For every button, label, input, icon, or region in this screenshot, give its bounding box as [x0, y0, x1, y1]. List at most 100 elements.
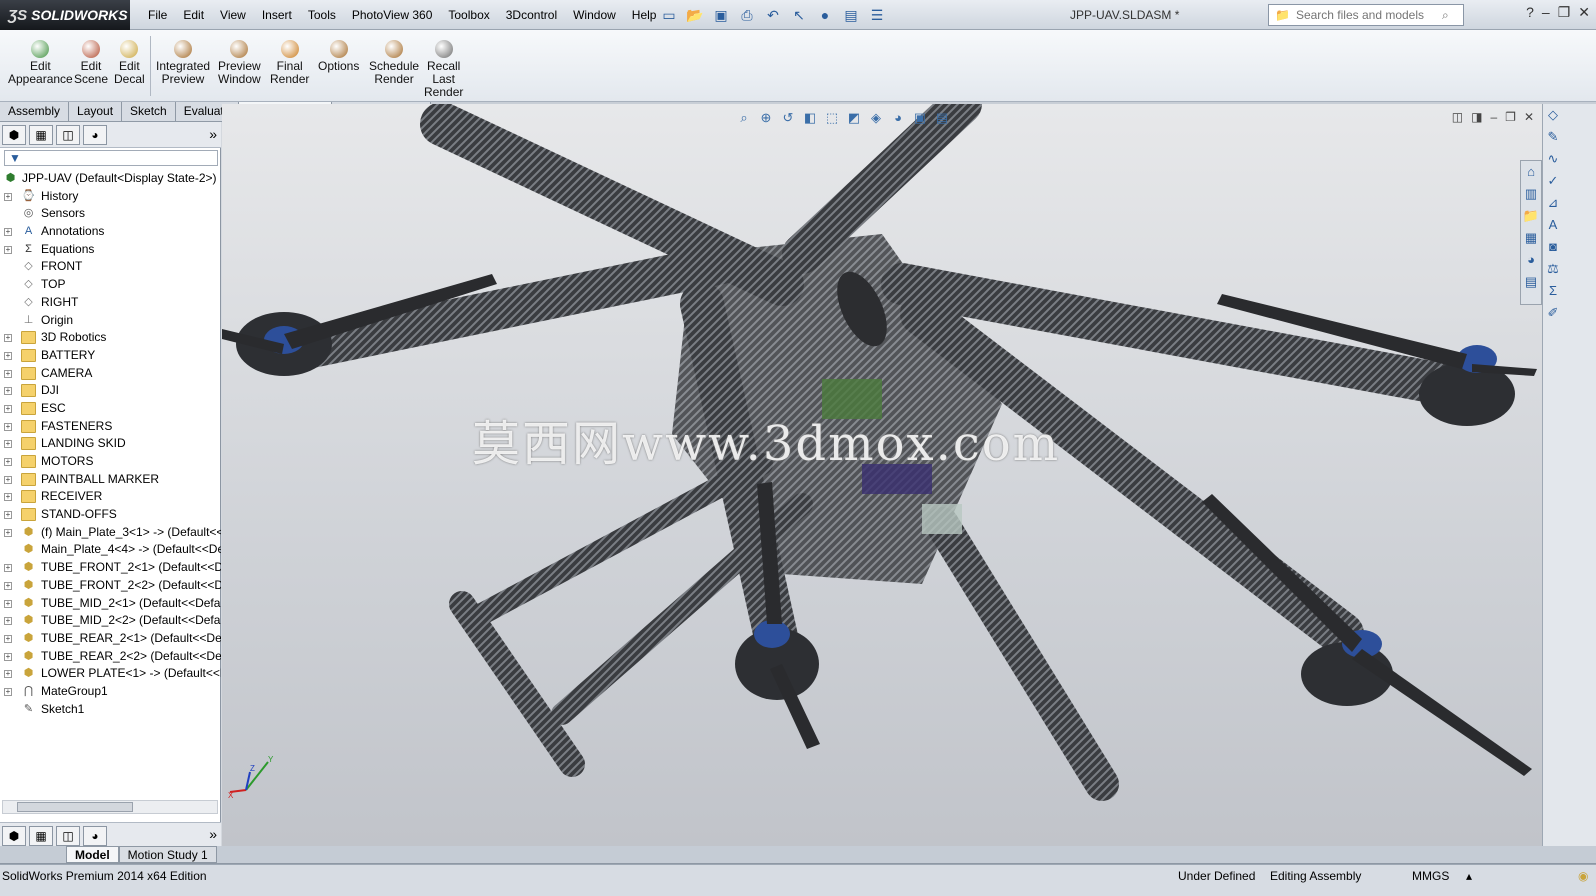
expand-icon[interactable]: + — [4, 422, 12, 431]
options-icon[interactable]: ☰ — [866, 4, 888, 26]
expand-icon[interactable]: + — [4, 458, 12, 466]
expand-icon[interactable]: + — [4, 670, 12, 679]
expand-icon[interactable]: + — [4, 581, 12, 590]
expand-icon[interactable]: + — [4, 351, 12, 360]
tree-item[interactable]: + LANDING SKID — [0, 435, 221, 453]
minimize-icon[interactable]: – — [1542, 4, 1550, 21]
status-units[interactable]: MMGS — [1412, 869, 1449, 883]
tree-item[interactable]: + ⋂ MateGroup1 — [0, 683, 221, 701]
tree-item[interactable]: + ⬢ TUBE_FRONT_2<2> (Default<<Def — [0, 577, 221, 595]
tab-assembly[interactable]: Assembly — [0, 102, 70, 121]
tree-item[interactable]: + ⬢ TUBE_MID_2<2> (Default<<Defau — [0, 612, 221, 630]
help-icon[interactable]: ? — [1526, 4, 1534, 21]
undo-icon[interactable]: ↶ — [762, 4, 784, 26]
menu-3dcontrol[interactable]: 3Dcontrol — [498, 0, 565, 30]
tree-item[interactable]: + DJI — [0, 382, 221, 400]
tree-item[interactable]: + Σ Equations — [0, 241, 221, 259]
tab-navigation-arrows[interactable] — [0, 846, 66, 863]
expand-icon[interactable]: + — [4, 334, 12, 343]
edit-scene-button[interactable]: Edit Scene — [74, 40, 108, 86]
search-box[interactable]: 📁 ⌕ — [1268, 4, 1464, 26]
tab-model[interactable]: Model — [66, 846, 119, 863]
tree-item[interactable]: + PAINTBALL MARKER — [0, 471, 221, 489]
check-icon[interactable]: ✓ — [1543, 170, 1563, 192]
menu-tools[interactable]: Tools — [300, 0, 344, 30]
appearances-icon[interactable]: ◕ — [1521, 249, 1541, 271]
tree-item[interactable]: ◇ FRONT — [0, 258, 221, 276]
configuration-manager-tab-icon[interactable]: ◫ — [56, 125, 80, 145]
menu-photoview-360[interactable]: PhotoView 360 — [344, 0, 441, 30]
feature-manager-tab-icon[interactable]: ⬢ — [2, 125, 26, 145]
options-button[interactable]: Options — [318, 40, 359, 73]
expand-icon[interactable]: + — [4, 493, 12, 502]
close-icon[interactable]: ✕ — [1578, 4, 1590, 21]
tree-item[interactable]: + ⬢ TUBE_REAR_2<2> (Default<<Defa — [0, 648, 221, 666]
measure-icon[interactable]: ✐ — [1543, 302, 1563, 324]
rebuild-indicator-icon[interactable]: ◉ — [1578, 869, 1588, 883]
display-manager-tab-icon[interactable]: ◕ — [83, 826, 107, 846]
expand-icon[interactable]: + — [4, 440, 12, 449]
preview-window-button[interactable]: Preview Window — [218, 40, 261, 86]
menu-file[interactable]: File — [140, 0, 175, 30]
solidworks-logo[interactable]: ƷS SOLIDWORKS — [0, 0, 130, 30]
tree-item[interactable]: + BATTERY — [0, 347, 221, 365]
final-render-button[interactable]: Final Render — [270, 40, 309, 86]
tree-item[interactable]: + STAND-OFFS — [0, 506, 221, 524]
tree-item[interactable]: + MOTORS — [0, 453, 221, 471]
viewport-restore-icon[interactable]: ❐ — [1505, 110, 1516, 124]
split-vertical-icon[interactable]: ◫ — [1452, 110, 1463, 124]
tab-layout[interactable]: Layout — [69, 102, 123, 121]
viewport-close-icon[interactable]: ✕ — [1524, 110, 1534, 124]
tree-item[interactable]: + FASTENERS — [0, 418, 221, 436]
drone-model-render[interactable] — [222, 104, 1542, 846]
expand-icon[interactable]: + — [4, 564, 12, 573]
search-input[interactable] — [1295, 8, 1436, 22]
tab-sketch[interactable]: Sketch — [122, 102, 176, 121]
design-library-icon[interactable]: ▥ — [1521, 183, 1541, 205]
configuration-manager-tab-icon[interactable]: ◫ — [56, 826, 80, 846]
expand-icon[interactable]: + — [4, 652, 12, 661]
expand-icon[interactable]: + — [4, 192, 12, 201]
tree-item[interactable]: + A Annotations — [0, 223, 221, 241]
file-explorer-icon[interactable]: 📁 — [1521, 205, 1541, 227]
expand-icon[interactable]: + — [4, 617, 12, 626]
tree-filter[interactable]: ▼ — [4, 150, 218, 166]
tree-item[interactable]: + ⬢ (f) Main_Plate_3<1> -> (Default<< — [0, 524, 221, 542]
property-manager-tab-icon[interactable]: ▦ — [29, 125, 53, 145]
tree-item[interactable]: ⬢ Main_Plate_4<4> -> (Default<<De — [0, 541, 221, 559]
expand-icon[interactable]: + — [4, 245, 12, 254]
expand-icon[interactable]: + — [4, 369, 12, 378]
tree-item[interactable]: + ESC — [0, 400, 221, 418]
tree-item[interactable]: ◎ Sensors — [0, 205, 221, 223]
previous-view-icon[interactable]: ↺ — [780, 110, 796, 126]
tree-item[interactable]: ⊥ Origin — [0, 312, 221, 330]
zoom-to-fit-icon[interactable]: ⌕ — [736, 110, 752, 126]
expand-icon[interactable]: + — [4, 387, 12, 396]
tree-item[interactable]: + CAMERA — [0, 365, 221, 383]
hide-show-items-icon[interactable]: ◈ — [868, 110, 884, 126]
menu-view[interactable]: View — [212, 0, 254, 30]
tree-item[interactable]: +3D Robotics — [0, 329, 221, 347]
edit-decal-button[interactable]: Edit Decal — [114, 40, 145, 86]
sigma-icon[interactable]: Σ — [1543, 280, 1563, 302]
tree-item[interactable]: + ⬢ LOWER PLATE<1> -> (Default<<D — [0, 665, 221, 683]
save-icon[interactable]: ▣ — [710, 4, 732, 26]
tree-item[interactable]: ◇ TOP — [0, 276, 221, 294]
feature-tool-icon[interactable]: ⊿ — [1543, 192, 1563, 214]
property-manager-tab-icon[interactable]: ▦ — [29, 826, 53, 846]
select-arrow-icon[interactable]: ↖ — [788, 4, 810, 26]
view-orientation-icon[interactable]: ⬚ — [824, 110, 840, 126]
panel-expand-icon[interactable]: » — [209, 826, 217, 842]
menu-insert[interactable]: Insert — [254, 0, 300, 30]
recall-last-render-button[interactable]: Recall Last Render — [424, 40, 463, 99]
search-icon[interactable]: ⌕ — [1442, 8, 1449, 23]
schedule-render-button[interactable]: Schedule Render — [369, 40, 419, 86]
expand-icon[interactable]: + — [4, 475, 12, 484]
print-icon[interactable]: ⎙ — [736, 4, 758, 26]
tree-item[interactable]: + ⬢ TUBE_MID_2<1> (Default<<Defau — [0, 595, 221, 613]
expand-icon[interactable]: + — [4, 528, 12, 537]
tree-item[interactable]: + ⬢ TUBE_FRONT_2<1> (Default<<Def — [0, 559, 221, 577]
menu-edit[interactable]: Edit — [175, 0, 212, 30]
home-icon[interactable]: ⌂ — [1521, 161, 1541, 183]
restore-icon[interactable]: ❐ — [1558, 4, 1571, 21]
